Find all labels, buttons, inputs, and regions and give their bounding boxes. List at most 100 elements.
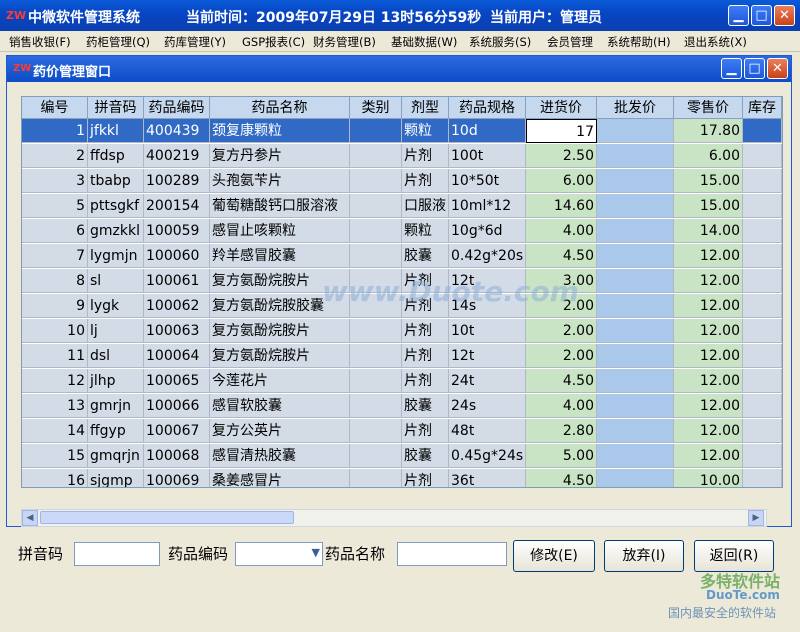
cell-retail-price[interactable]: 12.00	[674, 419, 743, 443]
cell-pinyin[interactable]: lj	[88, 319, 144, 343]
cell-form[interactable]: 片剂	[402, 369, 449, 393]
cell-id[interactable]: 10	[22, 319, 88, 343]
maximize-button[interactable]: □	[751, 5, 772, 26]
modify-button[interactable]: 修改(E)	[513, 540, 595, 572]
cell-stock[interactable]	[743, 194, 782, 218]
close-button[interactable]: ✕	[774, 5, 795, 26]
cell-code[interactable]: 100061	[144, 269, 210, 293]
cell-form[interactable]: 片剂	[402, 144, 449, 168]
cell-spec[interactable]: 10*50t	[449, 169, 526, 193]
cell-spec[interactable]: 10d	[449, 119, 526, 143]
cell-form[interactable]: 胶囊	[402, 394, 449, 418]
cell-spec[interactable]: 12t	[449, 344, 526, 368]
menu-service[interactable]: 系统服务(S)	[469, 34, 531, 50]
cell-form[interactable]: 胶囊	[402, 444, 449, 468]
cell-pinyin[interactable]: ffgyp	[88, 419, 144, 443]
cell-retail-price[interactable]: 15.00	[674, 169, 743, 193]
cell-wholesale-price[interactable]	[597, 219, 674, 243]
cell-pinyin[interactable]: sl	[88, 269, 144, 293]
cell-wholesale-price[interactable]	[597, 344, 674, 368]
cell-name[interactable]: 复方氨酚烷胺片	[210, 344, 350, 368]
cell-category[interactable]	[350, 119, 402, 143]
cell-stock[interactable]	[743, 394, 782, 418]
cell-wholesale-price[interactable]	[597, 144, 674, 168]
cell-buy-price[interactable]: 2.00	[526, 344, 597, 368]
cell-code[interactable]: 100067	[144, 419, 210, 443]
cell-id[interactable]: 16	[22, 469, 88, 487]
cell-retail-price[interactable]: 6.00	[674, 144, 743, 168]
cell-name[interactable]: 羚羊感冒胶囊	[210, 244, 350, 268]
menu-member[interactable]: 会员管理	[547, 34, 593, 50]
cell-name[interactable]: 葡萄糖酸钙口服溶液	[210, 194, 350, 218]
cell-wholesale-price[interactable]	[597, 194, 674, 218]
cell-retail-price[interactable]: 12.00	[674, 294, 743, 318]
cell-pinyin[interactable]: pttsgkf	[88, 194, 144, 218]
cell-pinyin[interactable]: lygk	[88, 294, 144, 318]
col-header-spec[interactable]: 药品规格	[449, 97, 526, 119]
cell-retail-price[interactable]: 12.00	[674, 244, 743, 268]
child-minimize-button[interactable]: ▁	[721, 58, 742, 79]
cell-retail-price[interactable]: 12.00	[674, 394, 743, 418]
cell-wholesale-price[interactable]	[597, 269, 674, 293]
cell-spec[interactable]: 10ml*12	[449, 194, 526, 218]
cell-wholesale-price[interactable]	[597, 119, 674, 143]
cell-buy-price[interactable]: 2.80	[526, 419, 597, 443]
cell-form[interactable]: 片剂	[402, 319, 449, 343]
cell-id[interactable]: 11	[22, 344, 88, 368]
scroll-down-button[interactable]: ▼	[782, 471, 783, 487]
cell-retail-price[interactable]: 14.00	[674, 219, 743, 243]
vertical-scrollbar[interactable]: ▲ ▼	[782, 97, 783, 487]
cell-name[interactable]: 复方氨酚烷胺片	[210, 319, 350, 343]
cell-code[interactable]: 100059	[144, 219, 210, 243]
col-header-form[interactable]: 剂型	[402, 97, 449, 119]
cell-spec[interactable]: 48t	[449, 419, 526, 443]
scroll-right-button[interactable]: ▶	[748, 510, 764, 526]
col-header-pinyin[interactable]: 拼音码	[88, 97, 144, 119]
cell-wholesale-price[interactable]	[597, 444, 674, 468]
horizontal-scrollbar[interactable]: ◀ ▶	[21, 509, 767, 527]
menu-sales[interactable]: 销售收银(F)	[9, 34, 71, 50]
cell-spec[interactable]: 0.45g*24s	[449, 444, 526, 468]
cell-stock[interactable]	[743, 119, 782, 143]
cell-form[interactable]: 颗粒	[402, 119, 449, 143]
cell-form[interactable]: 口服液	[402, 194, 449, 218]
cell-name[interactable]: 头孢氨苄片	[210, 169, 350, 193]
cell-id[interactable]: 5	[22, 194, 88, 218]
cell-stock[interactable]	[743, 469, 782, 487]
cell-category[interactable]	[350, 169, 402, 193]
cell-code[interactable]: 100063	[144, 319, 210, 343]
cell-form[interactable]: 胶囊	[402, 244, 449, 268]
cell-buy-price[interactable]: 4.50	[526, 369, 597, 393]
cell-spec[interactable]: 10t	[449, 319, 526, 343]
cell-retail-price[interactable]: 12.00	[674, 369, 743, 393]
cell-buy-price[interactable]: 4.00	[526, 394, 597, 418]
cell-stock[interactable]	[743, 269, 782, 293]
cell-category[interactable]	[350, 144, 402, 168]
menu-help[interactable]: 系统帮助(H)	[607, 34, 671, 50]
cell-name[interactable]: 感冒止咳颗粒	[210, 219, 350, 243]
cell-id[interactable]: 9	[22, 294, 88, 318]
discard-button[interactable]: 放弃(I)	[604, 540, 684, 572]
menu-finance[interactable]: 财务管理(B)	[313, 34, 376, 50]
cell-category[interactable]	[350, 244, 402, 268]
cell-category[interactable]	[350, 344, 402, 368]
cell-name[interactable]: 桑姜感冒片	[210, 469, 350, 487]
code-select[interactable]: ▼	[235, 542, 323, 566]
cell-spec[interactable]: 24s	[449, 394, 526, 418]
cell-id[interactable]: 14	[22, 419, 88, 443]
cell-wholesale-price[interactable]	[597, 319, 674, 343]
horizontal-scroll-thumb[interactable]	[40, 511, 294, 524]
cell-form[interactable]: 片剂	[402, 419, 449, 443]
scroll-left-button[interactable]: ◀	[22, 510, 38, 526]
cell-pinyin[interactable]: tbabp	[88, 169, 144, 193]
cell-code[interactable]: 200154	[144, 194, 210, 218]
scroll-up-button[interactable]: ▲	[782, 97, 783, 113]
pinyin-input[interactable]	[74, 542, 160, 566]
cell-form[interactable]: 片剂	[402, 344, 449, 368]
cell-buy-price[interactable]: 4.50	[526, 244, 597, 268]
col-header-stock[interactable]: 库存	[743, 97, 782, 119]
cell-stock[interactable]	[743, 169, 782, 193]
cell-stock[interactable]	[743, 419, 782, 443]
cell-retail-price[interactable]: 15.00	[674, 194, 743, 218]
cell-code[interactable]: 100060	[144, 244, 210, 268]
